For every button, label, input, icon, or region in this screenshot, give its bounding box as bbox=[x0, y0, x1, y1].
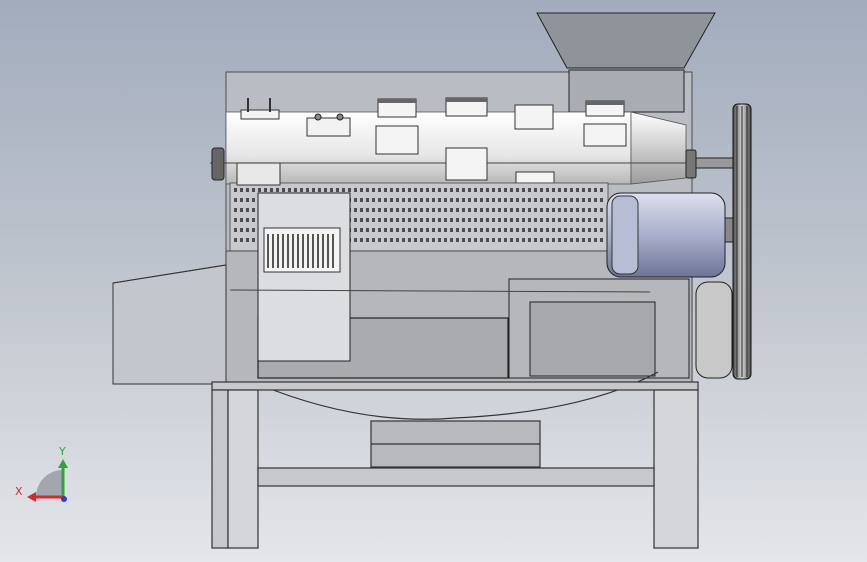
x-axis-label: X bbox=[15, 485, 23, 498]
base-frame bbox=[211, 381, 699, 549]
cad-viewport[interactable]: Y X bbox=[0, 0, 867, 562]
coordinate-triad: Y X bbox=[15, 445, 68, 502]
triad-quarter-disc bbox=[36, 470, 63, 497]
motor bbox=[606, 192, 738, 278]
machine-drawing[interactable]: Y X bbox=[0, 0, 867, 562]
discharge-chute bbox=[112, 264, 227, 385]
z-axis-dot bbox=[61, 496, 67, 502]
y-axis-label: Y bbox=[58, 445, 66, 458]
